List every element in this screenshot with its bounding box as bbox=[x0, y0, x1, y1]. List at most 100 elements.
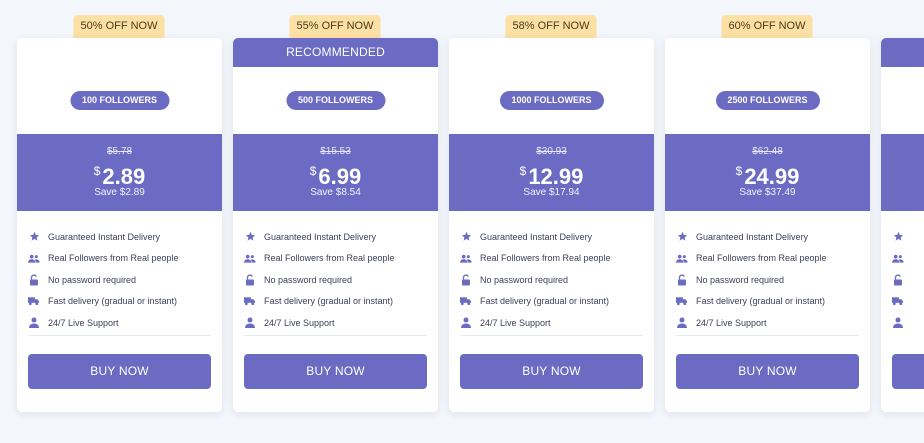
buy-now-button[interactable]: BUY NOW bbox=[676, 354, 859, 389]
divider bbox=[244, 335, 427, 336]
package-pill: 500 FOLLOWERS bbox=[285, 91, 386, 110]
feature-label: Fast delivery (gradual or instant) bbox=[48, 296, 178, 307]
unlock-icon bbox=[28, 274, 40, 286]
feature-item: 24/7 Live Support bbox=[244, 312, 427, 334]
package-pill: 100 FOLLOWERS bbox=[69, 91, 170, 110]
feature-item bbox=[892, 291, 912, 313]
savings-text: Save $2.89 bbox=[94, 187, 145, 198]
user-icon bbox=[244, 317, 256, 329]
price-band: $5.78 $2.89 Save $2.89 bbox=[17, 134, 222, 211]
star-icon bbox=[676, 231, 688, 243]
unlock-icon bbox=[892, 274, 904, 286]
feature-label: No password required bbox=[48, 274, 137, 285]
divider bbox=[460, 335, 643, 336]
user-icon bbox=[676, 317, 688, 329]
buy-now-button[interactable]: BUY NOW bbox=[244, 354, 427, 389]
old-price: $15.53 bbox=[320, 146, 351, 157]
current-price: $12.99 bbox=[449, 158, 654, 190]
feature-label: Guaranteed Instant Delivery bbox=[48, 231, 161, 242]
feature-label: Guaranteed Instant Delivery bbox=[480, 231, 593, 242]
price-band-partial bbox=[881, 134, 924, 211]
feature-item: Guaranteed Instant Delivery bbox=[244, 226, 427, 248]
truck-icon bbox=[28, 295, 40, 307]
old-price: $30.93 bbox=[536, 146, 567, 157]
feature-label: No password required bbox=[480, 274, 569, 285]
feature-item: 24/7 Live Support bbox=[676, 312, 859, 334]
star-icon bbox=[244, 231, 256, 243]
discount-badge: 55% OFF NOW bbox=[289, 15, 381, 38]
feature-label: Fast delivery (gradual or instant) bbox=[480, 296, 610, 307]
feature-item: No password required bbox=[676, 269, 859, 291]
feature-label: Guaranteed Instant Delivery bbox=[696, 231, 809, 242]
feature-label: Real Followers from Real people bbox=[480, 253, 611, 264]
truck-icon bbox=[460, 295, 472, 307]
price-band: $30.93 $12.99 Save $17.94 bbox=[449, 134, 654, 211]
star-icon bbox=[28, 231, 40, 243]
feature-list: Guaranteed Instant Delivery Real Follower… bbox=[460, 226, 643, 334]
currency-symbol: $ bbox=[309, 164, 317, 178]
savings-text: Save $8.54 bbox=[310, 187, 361, 198]
old-price: $62.48 bbox=[752, 146, 783, 157]
savings-text: Save $37.49 bbox=[739, 187, 796, 198]
current-price: $2.89 bbox=[17, 158, 222, 190]
current-price: $6.99 bbox=[233, 158, 438, 190]
divider bbox=[28, 335, 211, 336]
users-icon bbox=[244, 252, 256, 264]
discount-badge: 60% OFF NOW bbox=[721, 15, 813, 38]
feature-item: Fast delivery (gradual or instant) bbox=[28, 291, 211, 313]
package-pill: 1000 FOLLOWERS bbox=[499, 91, 604, 110]
feature-item: 24/7 Live Support bbox=[460, 312, 643, 334]
price-value: 6.99 bbox=[318, 164, 362, 189]
pricing-section: 50% OFF NOW 55% OFF NOW 58% OFF NOW 60% … bbox=[0, 0, 924, 443]
old-price: $5.78 bbox=[106, 146, 133, 157]
recommended-banner: RECOMMENDED bbox=[233, 38, 438, 67]
discount-badge: 58% OFF NOW bbox=[505, 15, 597, 38]
buy-now-button[interactable]: BUY NOW bbox=[460, 354, 643, 389]
feature-label: Fast delivery (gradual or instant) bbox=[264, 296, 394, 307]
unlock-icon bbox=[676, 274, 688, 286]
user-icon bbox=[892, 317, 904, 329]
users-icon bbox=[28, 252, 40, 264]
feature-label: 24/7 Live Support bbox=[48, 317, 119, 328]
user-icon bbox=[28, 317, 40, 329]
feature-item: Guaranteed Instant Delivery bbox=[460, 226, 643, 248]
feature-label: Guaranteed Instant Delivery bbox=[264, 231, 377, 242]
feature-item: Fast delivery (gradual or instant) bbox=[244, 291, 427, 313]
feature-list: Guaranteed Instant Delivery Real Follower… bbox=[676, 226, 859, 334]
currency-symbol: $ bbox=[519, 164, 527, 178]
package-pill: 2500 FOLLOWERS bbox=[715, 91, 820, 110]
feature-label: Fast delivery (gradual or instant) bbox=[696, 296, 826, 307]
truck-icon bbox=[892, 295, 904, 307]
price-value: 2.89 bbox=[102, 164, 146, 189]
divider bbox=[676, 335, 859, 336]
feature-label: No password required bbox=[264, 274, 353, 285]
savings-text: Save $17.94 bbox=[523, 187, 580, 198]
feature-item: 24/7 Live Support bbox=[28, 312, 211, 334]
price-value: 24.99 bbox=[744, 164, 800, 189]
feature-label: Real Followers from Real people bbox=[696, 253, 827, 264]
feature-item: Real Followers from Real people bbox=[676, 248, 859, 270]
feature-label: 24/7 Live Support bbox=[696, 317, 767, 328]
feature-item: Fast delivery (gradual or instant) bbox=[460, 291, 643, 313]
users-icon bbox=[460, 252, 472, 264]
feature-icons-partial bbox=[892, 226, 912, 334]
users-icon bbox=[676, 252, 688, 264]
users-icon bbox=[892, 252, 904, 264]
feature-label: No password required bbox=[696, 274, 785, 285]
unlock-icon bbox=[460, 274, 472, 286]
feature-item bbox=[892, 312, 912, 334]
pricing-card: 1000 FOLLOWERS $30.93 $12.99 Save $17.94… bbox=[449, 38, 654, 412]
buy-now-button[interactable]: BUY NOW bbox=[28, 354, 211, 389]
buy-now-button-partial[interactable] bbox=[892, 354, 924, 389]
feature-label: 24/7 Live Support bbox=[264, 317, 335, 328]
feature-item: No password required bbox=[460, 269, 643, 291]
feature-item: Real Followers from Real people bbox=[460, 248, 643, 270]
pricing-card-partial bbox=[881, 38, 924, 412]
price-value: 12.99 bbox=[528, 164, 584, 189]
truck-icon bbox=[244, 295, 256, 307]
feature-item bbox=[892, 226, 912, 248]
feature-item: No password required bbox=[244, 269, 427, 291]
feature-item: Guaranteed Instant Delivery bbox=[28, 226, 211, 248]
feature-label: Real Followers from Real people bbox=[264, 253, 395, 264]
star-icon bbox=[892, 231, 904, 243]
